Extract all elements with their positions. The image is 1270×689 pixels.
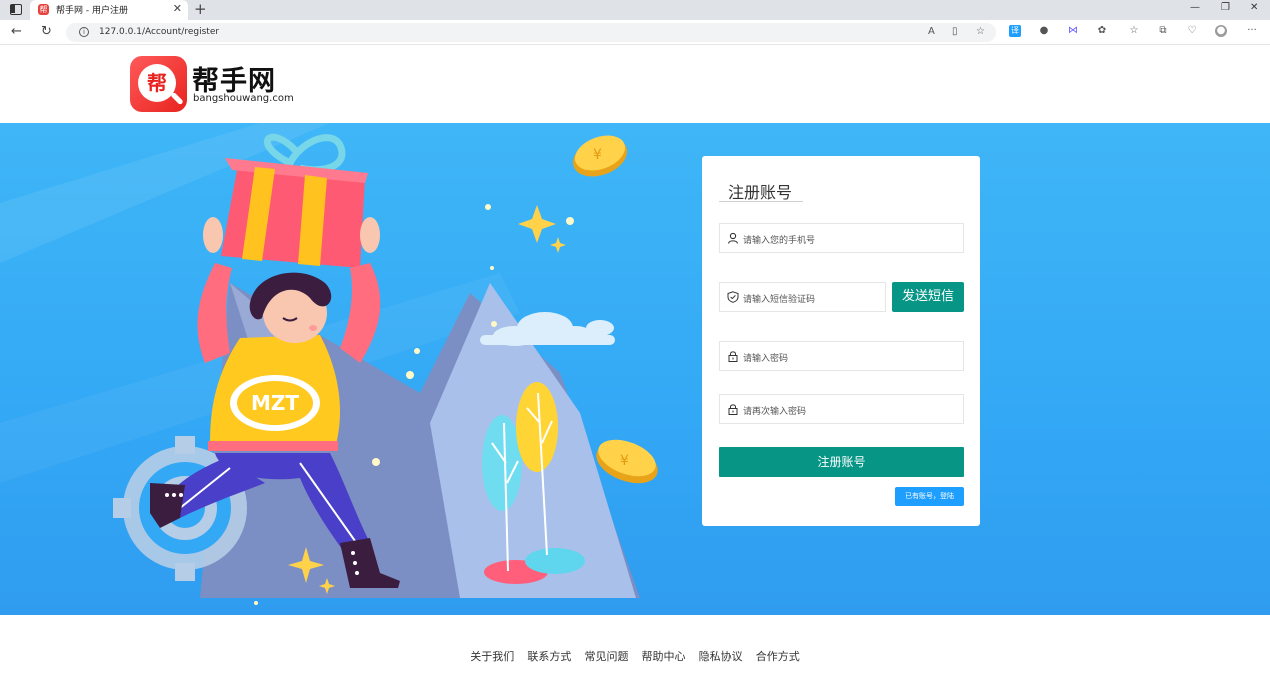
- footer-link-about[interactable]: 关于我们: [470, 650, 514, 663]
- new-tab-icon[interactable]: +: [194, 0, 207, 18]
- lock-icon: [728, 351, 738, 362]
- logo-domain: bangshouwang.com: [193, 93, 294, 104]
- extensions-puzzle-icon[interactable]: ✿: [1096, 25, 1108, 37]
- footer-link-cooperation[interactable]: 合作方式: [756, 650, 800, 663]
- site-info-icon[interactable]: i: [79, 27, 89, 37]
- title-underline: [719, 201, 803, 202]
- read-aloud-icon[interactable]: A: [928, 26, 935, 37]
- svg-text:¥: ¥: [593, 147, 602, 163]
- register-form: 注册账号 请输入您的手机号 请输入短信验证码 发送短信 请输入密码 请再次输入密…: [702, 156, 980, 526]
- password-placeholder: 请输入密码: [743, 354, 789, 364]
- back-icon[interactable]: ←: [11, 24, 22, 40]
- collections-icon[interactable]: ⧉: [1157, 25, 1169, 37]
- footer-link-help[interactable]: 帮助中心: [642, 650, 686, 663]
- site-footer: 关于我们 联系方式 常见问题 帮助中心 隐私协议 合作方式: [0, 615, 1270, 689]
- profile-avatar-icon[interactable]: ●: [1215, 25, 1227, 37]
- translate-extension-icon[interactable]: 译: [1009, 25, 1021, 37]
- site-header: 帮 帮手网 bangshouwang.com: [0, 46, 1270, 123]
- register-banner: ¥ ¥ MZT 注册账号 请输入您的手机号 请输入短信验证码 发送短信 请输入密…: [0, 123, 1270, 615]
- confirm-password-placeholder: 请再次输入密码: [743, 407, 807, 417]
- user-icon: [727, 232, 739, 244]
- phone-input[interactable]: 请输入您的手机号: [719, 223, 964, 253]
- footer-link-contact[interactable]: 联系方式: [527, 650, 571, 663]
- register-button[interactable]: 注册账号: [719, 447, 964, 477]
- tab-actions-icon[interactable]: [10, 4, 22, 15]
- cookie-extension-icon[interactable]: ●: [1038, 25, 1050, 37]
- lock-icon: [728, 404, 738, 415]
- close-window-icon[interactable]: ✕: [1250, 2, 1258, 13]
- favorites-icon[interactable]: ☆: [1128, 25, 1140, 37]
- extension-icon[interactable]: ⋈: [1067, 25, 1079, 37]
- confirm-password-input[interactable]: 请再次输入密码: [719, 394, 964, 424]
- coin-icon: ¥: [572, 135, 628, 177]
- close-tab-icon[interactable]: ✕: [173, 2, 182, 15]
- phone-placeholder: 请输入您的手机号: [743, 236, 816, 246]
- restore-icon[interactable]: ❐: [1221, 2, 1230, 13]
- hero-illustration: ¥ ¥ MZT: [0, 123, 658, 605]
- sms-code-placeholder: 请输入短信验证码: [743, 295, 816, 305]
- logo-icon[interactable]: 帮: [130, 56, 187, 112]
- footer-link-privacy[interactable]: 隐私协议: [699, 650, 743, 663]
- password-input[interactable]: 请输入密码: [719, 341, 964, 371]
- url-text[interactable]: 127.0.0.1/Account/register: [99, 27, 219, 37]
- footer-links: 关于我们 联系方式 常见问题 帮助中心 隐私协议 合作方式: [0, 645, 1270, 664]
- tab-title: 帮手网 - 用户注册: [56, 6, 128, 16]
- login-link-button[interactable]: 已有账号，登陆: [895, 487, 964, 506]
- minimize-icon[interactable]: —: [1190, 2, 1200, 13]
- address-bar[interactable]: i 127.0.0.1/Account/register A ▯ ☆: [66, 23, 996, 42]
- reader-view-icon[interactable]: ▯: [952, 26, 958, 37]
- shield-check-icon: [727, 291, 739, 303]
- more-menu-icon[interactable]: ···: [1246, 25, 1258, 37]
- sms-code-input[interactable]: 请输入短信验证码: [719, 282, 886, 312]
- favorite-star-icon[interactable]: ☆: [976, 26, 985, 37]
- browser-tab-bar: 帮 帮手网 - 用户注册 ✕ + — ❐ ✕: [0, 0, 1270, 20]
- browser-essentials-icon[interactable]: ♡: [1186, 25, 1198, 37]
- send-sms-button[interactable]: 发送短信: [892, 282, 964, 312]
- coin-icon: ¥: [596, 439, 658, 484]
- footer-link-faq[interactable]: 常见问题: [584, 650, 628, 663]
- site-favicon-icon: 帮: [38, 4, 49, 15]
- refresh-icon[interactable]: ↻: [41, 24, 52, 40]
- form-title: 注册账号: [728, 183, 793, 202]
- browser-tab[interactable]: 帮 帮手网 - 用户注册 ✕: [30, 0, 188, 20]
- shirt-text: MZT: [251, 391, 299, 415]
- svg-text:¥: ¥: [620, 453, 629, 469]
- browser-toolbar: ← ↻ i 127.0.0.1/Account/register A ▯ ☆ 译…: [0, 20, 1270, 45]
